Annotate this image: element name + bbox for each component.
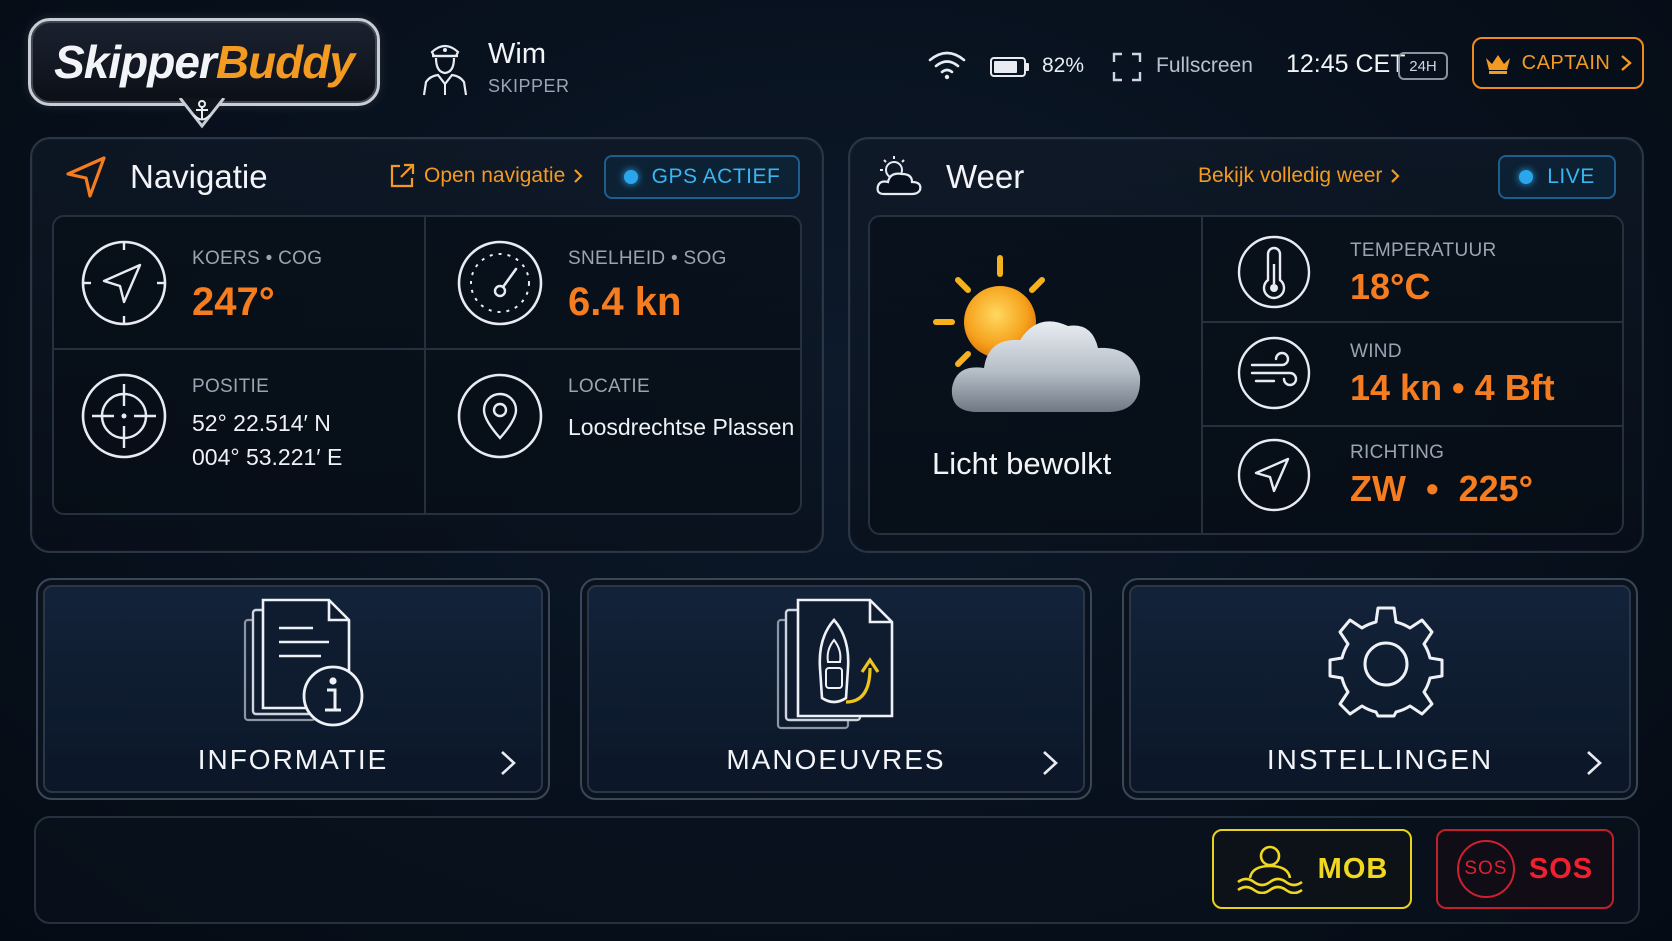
chevron-right-icon — [1587, 751, 1602, 775]
navigation-arrow-icon — [66, 156, 106, 198]
captain-avatar-icon — [422, 44, 468, 96]
wind-value: 14 kn • 4 Bft — [1350, 367, 1555, 408]
location-value: Loosdrechtse Plassen — [568, 414, 795, 440]
location-label: LOCATIE — [568, 376, 650, 397]
fullscreen-button-label[interactable]: Fullscreen — [1156, 54, 1253, 78]
grid-divider-horizontal — [54, 348, 800, 350]
boat-maneuver-icon — [776, 598, 894, 730]
temperature-label: TEMPERATUUR — [1350, 240, 1497, 261]
live-status-badge: LIVE — [1498, 155, 1616, 199]
wifi-icon — [928, 51, 966, 80]
chevron-right-icon — [501, 751, 516, 775]
gps-status-badge: GPS ACTIEF — [604, 155, 800, 199]
full-weather-link[interactable]: Bekijk volledig weer — [1198, 164, 1400, 188]
live-status-label: LIVE — [1547, 165, 1595, 188]
man-overboard-icon — [1236, 845, 1303, 894]
grid-divider-vertical — [424, 217, 426, 513]
compass-course-icon — [81, 240, 167, 326]
full-weather-label: Bekijk volledig weer — [1198, 164, 1383, 187]
direction-value: ZW • 225° — [1350, 468, 1534, 509]
course-label: KOERS • COG — [192, 248, 323, 269]
grid-divider-horizontal — [1203, 321, 1622, 323]
thermometer-icon — [1237, 235, 1311, 309]
user-role: SKIPPER — [488, 76, 570, 96]
position-longitude: 004° 53.221′ E — [192, 444, 343, 470]
anchor-icon — [178, 98, 226, 129]
fullscreen-icon[interactable] — [1112, 52, 1142, 82]
logo-text-skipper: Skipper — [54, 36, 217, 88]
informatie-label: INFORMATIE — [197, 744, 389, 775]
speedometer-icon — [457, 240, 543, 326]
open-navigation-link[interactable]: Open navigatie — [388, 162, 583, 190]
chevron-right-icon — [1391, 169, 1400, 183]
instellingen-label: INSTELLINGEN — [1266, 744, 1494, 775]
wind-icon — [1237, 336, 1311, 410]
mob-button[interactable]: MOB — [1212, 829, 1412, 909]
user-name: Wim — [488, 38, 546, 70]
sos-label: SOS — [1528, 852, 1594, 885]
position-label: POSITIE — [192, 376, 270, 397]
weather-condition: Licht bewolkt — [932, 446, 1112, 481]
manoeuvres-label: MANOEUVRES — [726, 744, 946, 775]
status-dot — [623, 170, 638, 184]
navigation-title: Navigatie — [130, 158, 268, 195]
partly-cloudy-icon — [876, 156, 922, 196]
sos-icon: SOS — [1456, 840, 1515, 898]
battery-icon — [990, 57, 1029, 77]
captain-button[interactable]: CAPTAIN — [1472, 37, 1644, 89]
time-format-badge[interactable]: 24H — [1398, 52, 1448, 80]
logo-text-buddy: Buddy — [215, 36, 355, 88]
external-link-icon — [390, 163, 415, 188]
weather-title: Weer — [946, 158, 1025, 195]
grid-divider-horizontal — [1203, 425, 1622, 427]
crosshair-position-icon — [81, 373, 167, 459]
location-pin-icon — [457, 373, 543, 459]
direction-label: RICHTING — [1350, 442, 1445, 463]
gear-icon — [1328, 606, 1444, 718]
temperature-value: 18°C — [1350, 266, 1431, 307]
position-latitude: 52° 22.514′ N — [192, 410, 331, 436]
speed-label: SNELHEID • SOG — [568, 248, 727, 269]
wind-label: WIND — [1350, 341, 1402, 362]
open-navigation-label: Open navigatie — [424, 164, 566, 187]
gps-status-label: GPS ACTIEF — [651, 165, 781, 188]
chevron-right-icon — [574, 169, 583, 183]
status-dot — [1519, 170, 1534, 184]
sun-cloud-icon — [933, 255, 1141, 412]
clock-time: 12:45 CET — [1286, 50, 1406, 78]
crown-icon — [1485, 55, 1510, 74]
grid-divider-vertical — [1201, 217, 1203, 533]
battery-percent: 82% — [1042, 54, 1085, 77]
chevron-right-icon — [1621, 55, 1633, 71]
instellingen-tile[interactable]: INSTELLINGEN — [1122, 578, 1638, 800]
document-info-icon — [243, 598, 364, 727]
speed-value: 6.4 kn — [568, 280, 682, 324]
captain-button-label: CAPTAIN — [1521, 51, 1611, 74]
course-value: 247° — [192, 280, 275, 324]
chevron-right-icon — [1043, 751, 1058, 775]
app-logo: SkipperBuddy — [28, 18, 380, 106]
mob-label: MOB — [1317, 852, 1389, 885]
informatie-tile[interactable]: INFORMATIE — [36, 578, 550, 800]
sos-button[interactable]: SOS SOS — [1436, 829, 1614, 909]
manoeuvres-tile[interactable]: MANOEUVRES — [580, 578, 1092, 800]
direction-arrow-icon — [1237, 438, 1311, 512]
